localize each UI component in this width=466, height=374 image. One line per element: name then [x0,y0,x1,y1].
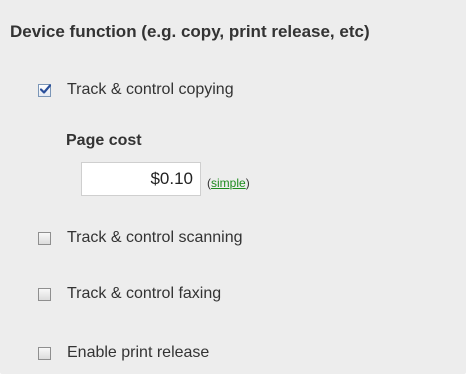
page-cost-title: Page cost [66,132,142,149]
scanning-option-row[interactable]: Track & control scanning [38,228,242,248]
print-release-checkbox[interactable] [38,346,51,360]
copying-label[interactable]: Track & control copying [67,81,234,99]
section-title: Device function (e.g. copy, print releas… [10,22,370,41]
copying-checkbox[interactable] [38,83,51,97]
faxing-checkbox[interactable] [38,287,51,301]
device-function-panel: Device function (e.g. copy, print releas… [0,0,466,374]
scanning-label[interactable]: Track & control scanning [67,229,242,247]
page-cost-group: (simple) [81,162,250,196]
cost-mode-close-paren: ) [245,176,250,190]
print-release-label[interactable]: Enable print release [67,344,209,362]
faxing-option-row[interactable]: Track & control faxing [38,284,221,304]
scanning-checkbox[interactable] [38,231,51,245]
print-release-option-row[interactable]: Enable print release [38,343,209,363]
page-cost-input[interactable] [81,162,201,196]
check-icon [40,83,51,94]
cost-mode-toggle: (simple) [207,168,250,190]
faxing-label[interactable]: Track & control faxing [67,285,221,303]
copying-option-row[interactable]: Track & control copying [38,80,234,100]
simple-mode-link[interactable]: simple [211,176,246,190]
